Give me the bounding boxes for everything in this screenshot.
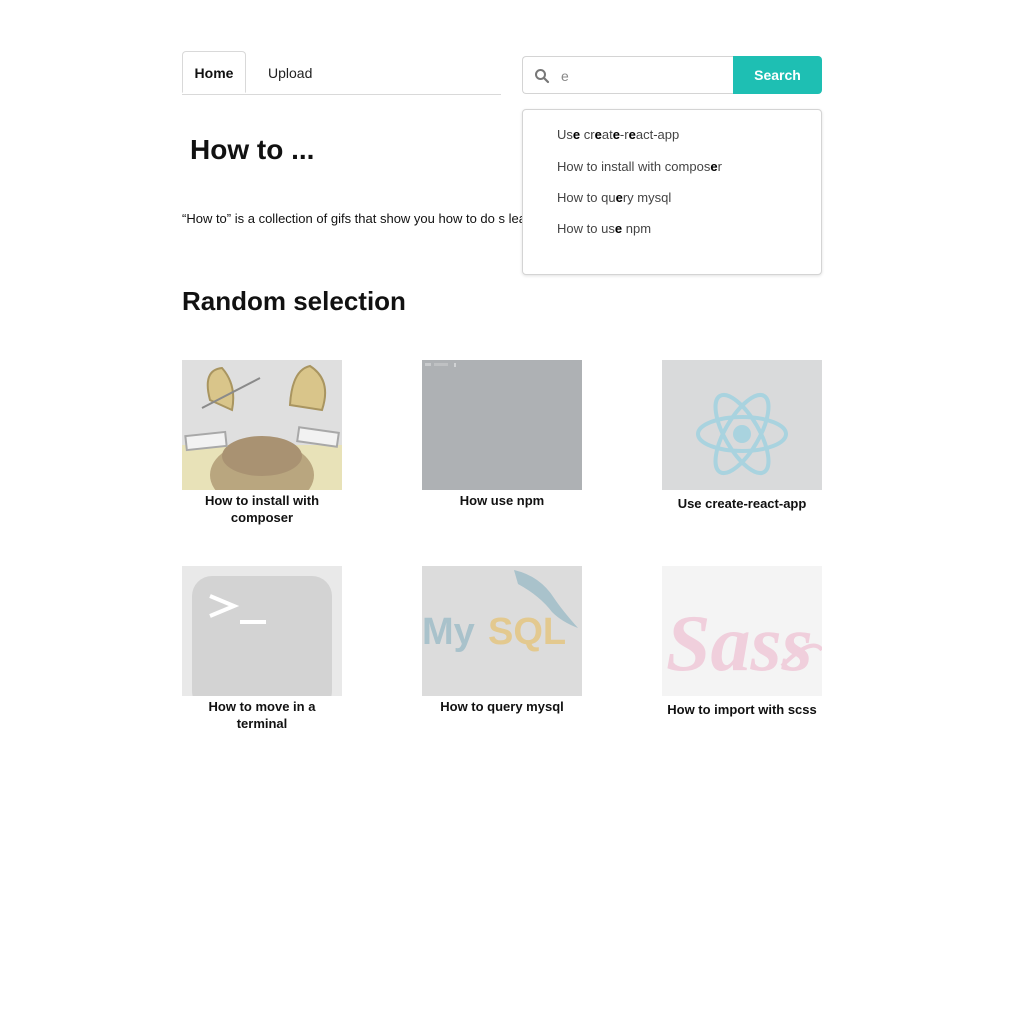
suggestion-item[interactable]: How to install with composer	[557, 159, 722, 174]
gif-card[interactable]: How use npm	[422, 360, 582, 509]
suggestion-item[interactable]: How to use npm	[557, 221, 651, 236]
card-title: How to install with composer	[204, 493, 320, 525]
card-title: Use create-react-app	[677, 496, 807, 511]
sass-logo-image: Sass	[662, 566, 822, 696]
mysql-logo-image: My SQL	[422, 566, 582, 696]
search-field[interactable]	[522, 56, 734, 94]
gif-card[interactable]: How to install with composer	[182, 360, 342, 526]
page-title: How to ...	[190, 134, 315, 165]
card-title: How use npm	[459, 493, 545, 508]
suggestion-item[interactable]: How to query mysql	[557, 190, 671, 205]
gif-card[interactable]: My SQL How to query mysql	[422, 566, 582, 715]
card-title: How to move in a terminal	[208, 699, 316, 731]
card-title: How to import with scss	[667, 702, 817, 717]
composer-logo-image	[182, 360, 342, 490]
search-input[interactable]	[561, 66, 721, 86]
search-icon	[535, 69, 550, 84]
section-title: Random selection	[182, 286, 406, 316]
suggestion-item[interactable]: Use create-react-app	[557, 127, 679, 142]
react-logo-image	[662, 360, 822, 490]
svg-text:My: My	[422, 611, 475, 653]
terminal-screenshot-image	[422, 360, 582, 490]
search-suggestions: Use create-react-app How to install with…	[522, 109, 822, 275]
card-title: How to query mysql	[440, 699, 564, 714]
gif-card[interactable]: How to move in a terminal	[182, 566, 342, 732]
svg-text:Sass: Sass	[666, 600, 813, 688]
tab-upload[interactable]: Upload	[268, 65, 312, 81]
svg-text:SQL: SQL	[488, 611, 566, 653]
tab-home[interactable]: Home	[182, 51, 246, 93]
terminal-icon-image	[182, 566, 342, 696]
search-button[interactable]: Search	[733, 56, 822, 94]
gif-card[interactable]: Use create-react-app	[662, 360, 822, 512]
gif-card[interactable]: Sass How to import with scss	[662, 566, 822, 718]
nav-tabs: Home Upload	[182, 51, 501, 95]
